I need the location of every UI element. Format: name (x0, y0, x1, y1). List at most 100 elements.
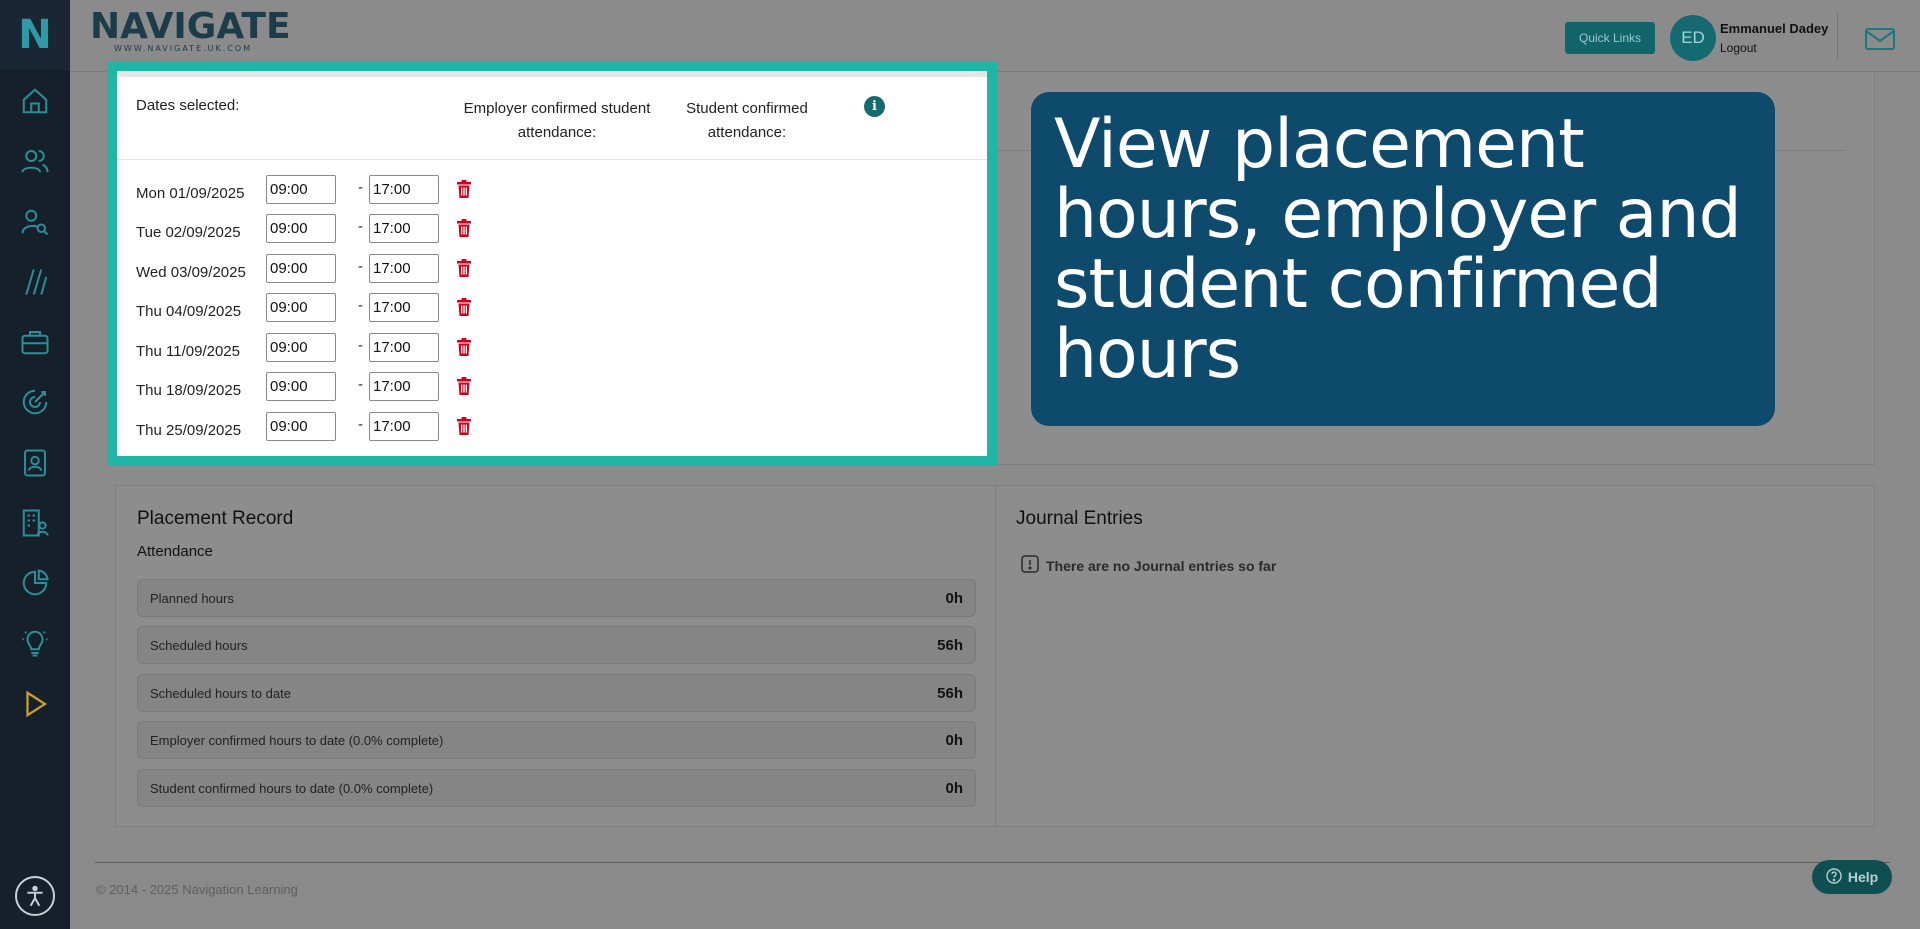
accessibility-icon[interactable] (15, 876, 55, 916)
header-rule (117, 159, 987, 160)
stat-label: Planned hours (150, 591, 234, 606)
date-row: Thu 04/09/2025 - (136, 293, 536, 323)
highlight-frame: Dates selected: Employer confirmed stude… (107, 61, 997, 466)
date-label: Tue 02/09/2025 (136, 224, 241, 241)
mail-icon[interactable] (1864, 26, 1896, 57)
attendance-title: Attendance (137, 543, 213, 560)
end-time-input[interactable] (369, 175, 439, 204)
time-separator: - (358, 218, 363, 235)
stat-label: Scheduled hours to date (150, 686, 291, 701)
tutorial-callout: View placement hours, employer and stude… (1031, 92, 1775, 426)
trash-icon[interactable] (457, 377, 471, 400)
date-row: Mon 01/09/2025 - (136, 175, 536, 205)
date-row: Thu 11/09/2025 - (136, 333, 536, 363)
avatar[interactable]: ED (1670, 15, 1716, 61)
stat-label: Employer confirmed hours to date (0.0% c… (150, 733, 444, 748)
end-time-input[interactable] (369, 214, 439, 243)
placement-record-card: Placement Record Attendance Planned hour… (115, 485, 1875, 827)
stat-row: Planned hours 0h (137, 579, 976, 617)
user-search-icon[interactable] (17, 204, 53, 240)
stat-row: Scheduled hours to date 56h (137, 674, 976, 712)
trash-icon[interactable] (457, 338, 471, 361)
column-divider (995, 486, 996, 826)
end-time-input[interactable] (369, 372, 439, 401)
end-time-input[interactable] (369, 412, 439, 441)
start-time-input[interactable] (266, 214, 336, 243)
trash-icon[interactable] (457, 219, 471, 242)
header-divider (1837, 12, 1838, 60)
trash-icon[interactable] (457, 259, 471, 282)
stat-value: 0h (945, 780, 963, 797)
stat-value: 0h (945, 590, 963, 607)
info-icon[interactable]: i (864, 96, 885, 117)
journal-empty-text: There are no Journal entries so far (1046, 557, 1277, 574)
placement-schedule: Dates selected: Employer confirmed stude… (117, 71, 987, 456)
stat-row: Scheduled hours 56h (137, 626, 976, 664)
time-separator: - (358, 179, 363, 196)
play-icon[interactable] (17, 686, 53, 722)
time-separator: - (358, 258, 363, 275)
date-label: Mon 01/09/2025 (136, 185, 245, 202)
start-time-input[interactable] (266, 175, 336, 204)
target-icon[interactable] (17, 384, 53, 420)
time-separator: - (358, 416, 363, 433)
briefcase-icon[interactable] (17, 324, 53, 360)
card-top-strip (117, 71, 987, 77)
users-icon[interactable] (17, 143, 53, 179)
dates-selected-header: Dates selected: (136, 97, 240, 114)
time-separator: - (358, 376, 363, 393)
copyright: © 2014 - 2025 Navigation Learning (96, 882, 298, 897)
contact-card-icon[interactable] (17, 445, 53, 481)
start-time-input[interactable] (266, 372, 336, 401)
trash-icon[interactable] (457, 298, 471, 321)
stat-label: Scheduled hours (150, 638, 248, 653)
trash-icon[interactable] (457, 417, 471, 440)
time-separator: - (358, 297, 363, 314)
date-label: Wed 03/09/2025 (136, 264, 246, 281)
end-time-input[interactable] (369, 254, 439, 283)
stat-row: Student confirmed hours to date (0.0% co… (137, 769, 976, 807)
quick-links-button[interactable]: Quick Links (1565, 22, 1655, 54)
date-label: Thu 25/09/2025 (136, 422, 242, 439)
slashes-icon[interactable] (17, 264, 53, 300)
date-row: Thu 25/09/2025 - (136, 412, 536, 442)
home-icon[interactable] (17, 83, 53, 119)
pie-chart-icon[interactable] (17, 565, 53, 601)
alert-icon (1020, 554, 1040, 577)
help-icon (1826, 867, 1842, 887)
stat-value: 56h (937, 685, 963, 702)
start-time-input[interactable] (266, 412, 336, 441)
sidebar-logo[interactable]: N (0, 0, 70, 70)
date-row: Wed 03/09/2025 - (136, 254, 536, 284)
brand-name: NAVIGATE (90, 6, 291, 47)
journal-empty-state: There are no Journal entries so far (1020, 554, 1276, 577)
building-user-icon[interactable] (17, 505, 53, 541)
help-button[interactable]: Help (1812, 860, 1892, 894)
start-time-input[interactable] (266, 333, 336, 362)
end-time-input[interactable] (369, 293, 439, 322)
date-label: Thu 11/09/2025 (136, 343, 240, 360)
start-time-input[interactable] (266, 254, 336, 283)
date-label: Thu 18/09/2025 (136, 382, 242, 399)
logout-link[interactable]: Logout (1720, 41, 1757, 55)
journal-entries-title: Journal Entries (1016, 508, 1143, 529)
end-time-input[interactable] (369, 333, 439, 362)
help-label: Help (1847, 869, 1879, 885)
student-confirmed-header: Student confirmed attendance: (686, 100, 808, 141)
user-name: Emmanuel Dadey (1720, 21, 1829, 36)
stat-value: 56h (937, 637, 963, 654)
start-time-input[interactable] (266, 293, 336, 322)
date-row: Tue 02/09/2025 - (136, 214, 536, 244)
brand-logo[interactable]: NAVIGATE WWW.NAVIGATE.UK.COM (90, 6, 291, 54)
stat-label: Student confirmed hours to date (0.0% co… (150, 781, 434, 796)
stat-row: Employer confirmed hours to date (0.0% c… (137, 721, 976, 759)
stat-value: 0h (945, 732, 963, 749)
sidebar: N (0, 0, 70, 929)
date-label: Thu 04/09/2025 (136, 303, 242, 320)
trash-icon[interactable] (457, 180, 471, 203)
date-row: Thu 18/09/2025 - (136, 372, 536, 402)
lightbulb-icon[interactable] (17, 625, 53, 661)
footer-rule (95, 862, 1890, 863)
employer-confirmed-header: Employer confirmed student attendance: (463, 100, 651, 141)
time-separator: - (358, 337, 363, 354)
